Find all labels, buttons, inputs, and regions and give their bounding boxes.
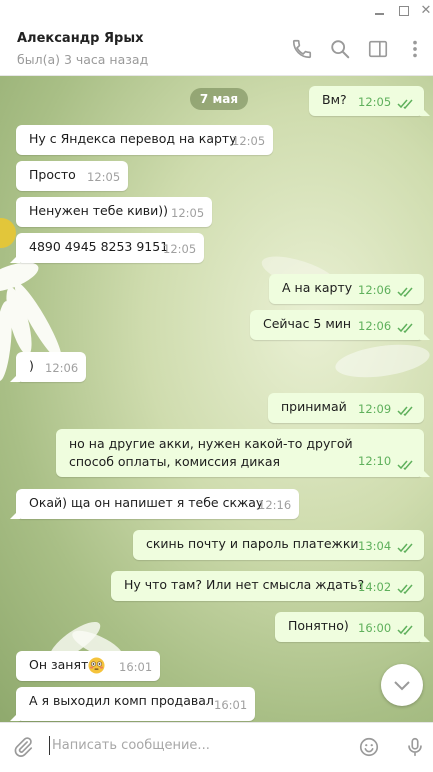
message-bubble-outgoing[interactable]: принимай 12:09 bbox=[268, 393, 424, 423]
message-bubble-incoming[interactable]: Ну с Яндекса перевод на карту 12:05 bbox=[16, 125, 273, 155]
message-bubble-incoming[interactable]: Он занят 16:01 bbox=[16, 651, 160, 681]
double-check-icon bbox=[397, 625, 413, 635]
message-time: 12:05 bbox=[171, 206, 205, 220]
text-cursor bbox=[49, 736, 50, 755]
message-time: 12:09 bbox=[358, 402, 392, 416]
message-time: 16:01 bbox=[214, 698, 248, 712]
double-check-icon bbox=[397, 584, 413, 594]
message-text: Ну с Яндекса перевод на карту bbox=[29, 131, 237, 146]
message-time: 12:06 bbox=[358, 319, 392, 333]
date-separator: 7 мая bbox=[190, 88, 248, 110]
message-time: 12:06 bbox=[358, 283, 392, 297]
double-check-icon bbox=[397, 460, 413, 470]
message-text: Понятно) bbox=[288, 618, 349, 633]
scroll-to-bottom-button[interactable] bbox=[381, 664, 423, 706]
maximize-button[interactable] bbox=[396, 3, 412, 19]
attach-icon[interactable] bbox=[12, 736, 34, 758]
message-time: 12:05 bbox=[232, 134, 266, 148]
message-text: 4890 4945 8253 9151 bbox=[29, 239, 169, 254]
sidebar-toggle-icon[interactable] bbox=[367, 38, 389, 60]
message-time: 12:16 bbox=[258, 498, 292, 512]
message-time: 12:05 bbox=[87, 170, 121, 184]
message-time: 12:10 bbox=[358, 454, 392, 468]
message-bubble-outgoing[interactable]: А на карту 12:06 bbox=[269, 274, 424, 304]
message-text: Просто bbox=[29, 167, 76, 182]
search-icon[interactable] bbox=[329, 38, 351, 60]
double-check-icon bbox=[397, 406, 413, 416]
double-check-icon bbox=[397, 287, 413, 297]
message-time: 12:06 bbox=[45, 361, 79, 375]
message-bubble-incoming[interactable]: 4890 4945 8253 9151 12:05 bbox=[16, 233, 204, 263]
close-button[interactable]: ✕ bbox=[418, 3, 433, 19]
message-text: Вм? bbox=[322, 92, 347, 107]
message-time: 16:00 bbox=[358, 621, 392, 635]
message-text: Ненужен тебе киви)) bbox=[29, 203, 169, 218]
phone-icon[interactable] bbox=[291, 38, 313, 60]
message-bubble-incoming[interactable]: Окай) ща он напишет я тебе скжау 12:16 bbox=[16, 489, 299, 519]
message-time: 12:05 bbox=[358, 95, 392, 109]
message-text: скинь почту и пароль платежки bbox=[146, 536, 359, 551]
microphone-icon[interactable] bbox=[404, 736, 426, 758]
double-check-icon bbox=[397, 99, 413, 109]
flushed-face-emoji bbox=[88, 657, 105, 674]
message-bubble-outgoing[interactable]: но на другие акки, нужен какой-то другой… bbox=[56, 429, 424, 477]
emoji-icon[interactable] bbox=[358, 736, 380, 758]
chat-header[interactable]: Александр Ярых был(а) 3 часа назад bbox=[0, 22, 433, 76]
message-bubble-outgoing[interactable]: Сейчас 5 мин 12:06 bbox=[250, 310, 424, 340]
message-text: Сейчас 5 мин bbox=[263, 316, 352, 331]
message-text: принимай bbox=[281, 399, 347, 414]
message-text: Ну что там? Или нет смысла ждать? bbox=[124, 577, 365, 592]
message-bubble-incoming[interactable]: Просто 12:05 bbox=[16, 161, 128, 191]
message-bubble-outgoing[interactable]: Вм? 12:05 bbox=[309, 86, 424, 116]
message-time: 14:02 bbox=[358, 580, 392, 594]
peer-name[interactable]: Александр Ярых bbox=[17, 31, 143, 46]
message-text: Окай) ща он напишет я тебе скжау bbox=[29, 495, 264, 510]
message-time: 13:04 bbox=[358, 539, 392, 553]
peer-status: был(а) 3 часа назад bbox=[17, 52, 149, 67]
message-bubble-outgoing[interactable]: Ну что там? Или нет смысла ждать? 14:02 bbox=[111, 571, 424, 601]
message-time: 12:05 bbox=[163, 242, 197, 256]
message-list[interactable]: 7 мая Вм? 12:05 Ну с Яндекса перевод на … bbox=[0, 76, 433, 722]
more-vertical-icon[interactable] bbox=[404, 38, 426, 60]
message-text: А я выходил комп продавал bbox=[29, 693, 214, 708]
telegram-window: ✕ Александр Ярых был(а) 3 часа назад 7 м… bbox=[0, 0, 433, 772]
chevron-down-icon bbox=[394, 681, 410, 691]
message-time: 16:01 bbox=[119, 660, 153, 674]
title-bar: ✕ bbox=[0, 0, 433, 22]
message-text: Он занят bbox=[29, 657, 89, 672]
minimize-button[interactable] bbox=[372, 3, 388, 19]
message-bubble-outgoing[interactable]: скинь почту и пароль платежки 13:04 bbox=[133, 530, 424, 560]
double-check-icon bbox=[397, 543, 413, 553]
message-composer: Написать сообщение... bbox=[0, 722, 433, 772]
message-bubble-incoming[interactable]: А я выходил комп продавал 16:01 bbox=[16, 687, 255, 721]
double-check-icon bbox=[397, 323, 413, 333]
message-bubble-incoming[interactable]: Ненужен тебе киви)) 12:05 bbox=[16, 197, 212, 227]
message-text: ) bbox=[29, 358, 34, 373]
message-text: но на другие акки, нужен какой-то другой… bbox=[69, 436, 353, 469]
message-bubble-incoming[interactable]: ) 12:06 bbox=[16, 352, 86, 382]
message-input[interactable]: Написать сообщение... bbox=[52, 738, 210, 753]
message-bubble-outgoing[interactable]: Понятно) 16:00 bbox=[275, 612, 424, 642]
message-text: А на карту bbox=[282, 280, 353, 295]
